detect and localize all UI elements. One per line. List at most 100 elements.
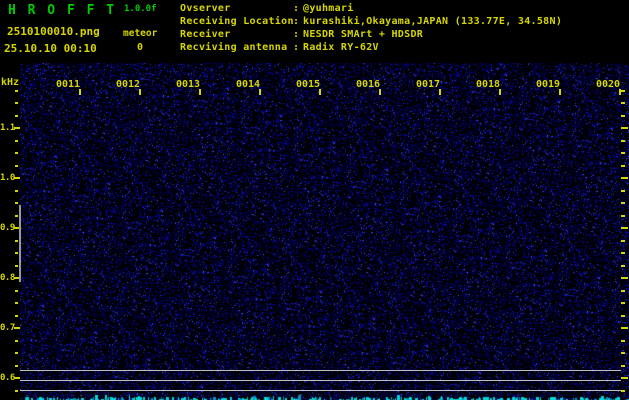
time-tick (259, 89, 261, 95)
time-tick (439, 89, 441, 95)
hrofft-window: H R O F F T 1.0.0f 2510100010.png meteor… (0, 0, 629, 400)
info-label: Recviving antenna (180, 42, 288, 53)
time-label: 0017 (416, 79, 441, 90)
left-minor-tick (15, 314, 18, 317)
right-minor-tick (621, 289, 625, 292)
right-minor-tick (621, 164, 625, 167)
info-colon: : (293, 3, 300, 14)
right-minor-tick (621, 102, 625, 104)
right-minor-tick (621, 139, 625, 142)
time-label: 0016 (356, 79, 381, 90)
left-minor-tick (15, 139, 18, 142)
time-label: 0014 (236, 79, 261, 90)
left-minor-tick (15, 89, 18, 92)
observer-info-row: Ovserver: @yuhmari (180, 2, 562, 15)
info-value: Radix RY-62V (303, 42, 379, 53)
freq-label: 1.1 (0, 123, 15, 133)
freq-major-tick (14, 377, 20, 379)
time-tick (559, 89, 561, 95)
left-minor-tick (15, 189, 18, 192)
time-label: 0020 (596, 79, 621, 90)
left-minor-tick (15, 352, 18, 354)
level-marker-bar (19, 205, 21, 282)
right-major-tick (621, 127, 628, 129)
observer-info-row: Receiver: NESDR SMArt + HDSDR (180, 28, 562, 41)
right-minor-tick (621, 214, 625, 217)
observer-info: Ovserver: @yuhmari Receiving Location: kura… (180, 2, 562, 54)
left-minor-tick (15, 152, 18, 154)
left-minor-tick (15, 114, 18, 117)
info-colon: : (293, 16, 300, 27)
left-minor-tick (15, 214, 18, 217)
freq-major-tick (14, 127, 20, 129)
observer-info-row: Receiving Location: kurashiki,Okayama,JAP… (180, 15, 562, 28)
time-label: 0013 (176, 79, 201, 90)
calibration-line-mid (20, 380, 621, 381)
info-value: NESDR SMArt + HDSDR (303, 29, 424, 40)
left-minor-tick (15, 252, 18, 254)
left-minor-tick (15, 202, 18, 204)
info-value: kurashiki,Okayama,JAPAN (133.77E, 34.58N… (303, 16, 563, 27)
left-minor-tick (15, 302, 18, 304)
info-colon: : (293, 29, 300, 40)
right-minor-tick (621, 114, 625, 117)
freq-major-tick (14, 327, 20, 329)
right-minor-tick (621, 264, 625, 267)
observer-info-row: Recviving antenna: Radix RY-62V (180, 41, 562, 54)
freq-label: 0.8 (0, 273, 15, 283)
left-minor-tick (15, 289, 18, 292)
time-tick (319, 89, 321, 95)
app-version: 1.0.0f (124, 4, 157, 14)
right-minor-tick (621, 364, 625, 367)
info-value: @yuhmari (303, 3, 354, 14)
left-minor-tick (15, 364, 18, 367)
right-major-tick (621, 277, 628, 279)
info-label: Ovserver (180, 3, 231, 14)
meteor-count-value: 0 (137, 42, 144, 53)
right-major-tick (621, 327, 628, 329)
right-minor-tick (621, 239, 625, 242)
right-major-tick (621, 177, 628, 179)
meteor-count-label: meteor (123, 28, 158, 39)
right-major-tick (621, 377, 628, 379)
freq-label: 0.7 (0, 323, 15, 333)
time-tick (199, 89, 201, 95)
time-tick (499, 89, 501, 95)
right-major-tick (621, 227, 628, 229)
right-minor-tick (621, 189, 625, 192)
right-minor-tick (621, 339, 625, 342)
left-minor-tick (15, 239, 18, 242)
right-minor-tick (621, 352, 625, 354)
right-minor-tick (621, 89, 625, 92)
time-label: 0011 (56, 79, 81, 90)
time-tick (379, 89, 381, 95)
spectrogram-canvas (20, 63, 629, 400)
right-minor-tick (621, 152, 625, 154)
app-title: H R O F F T (8, 3, 117, 18)
left-minor-tick (15, 102, 18, 104)
info-label: Receiver (180, 29, 231, 40)
freq-label: 1.0 (0, 173, 15, 183)
left-minor-tick (15, 264, 18, 267)
info-label: Receiving Location (180, 16, 294, 27)
right-minor-tick (621, 389, 625, 392)
time-label: 0019 (536, 79, 561, 90)
left-minor-tick (15, 164, 18, 167)
time-label: 0015 (296, 79, 321, 90)
time-label: 0012 (116, 79, 141, 90)
right-minor-tick (621, 314, 625, 317)
right-minor-tick (621, 302, 625, 304)
timestamp: 25.10.10 00:10 (4, 42, 97, 55)
left-minor-tick (15, 339, 18, 342)
freq-axis-unit: kHz (1, 77, 20, 88)
freq-label: 0.9 (0, 223, 15, 233)
time-tick (139, 89, 141, 95)
right-minor-tick (621, 252, 625, 254)
filename-label: 2510100010.png (7, 25, 100, 38)
freq-label: 0.6 (0, 373, 15, 383)
calibration-line-bottom (20, 390, 621, 391)
time-tick (79, 89, 81, 95)
info-colon: : (293, 42, 300, 53)
right-minor-tick (621, 202, 625, 204)
time-label: 0018 (476, 79, 501, 90)
